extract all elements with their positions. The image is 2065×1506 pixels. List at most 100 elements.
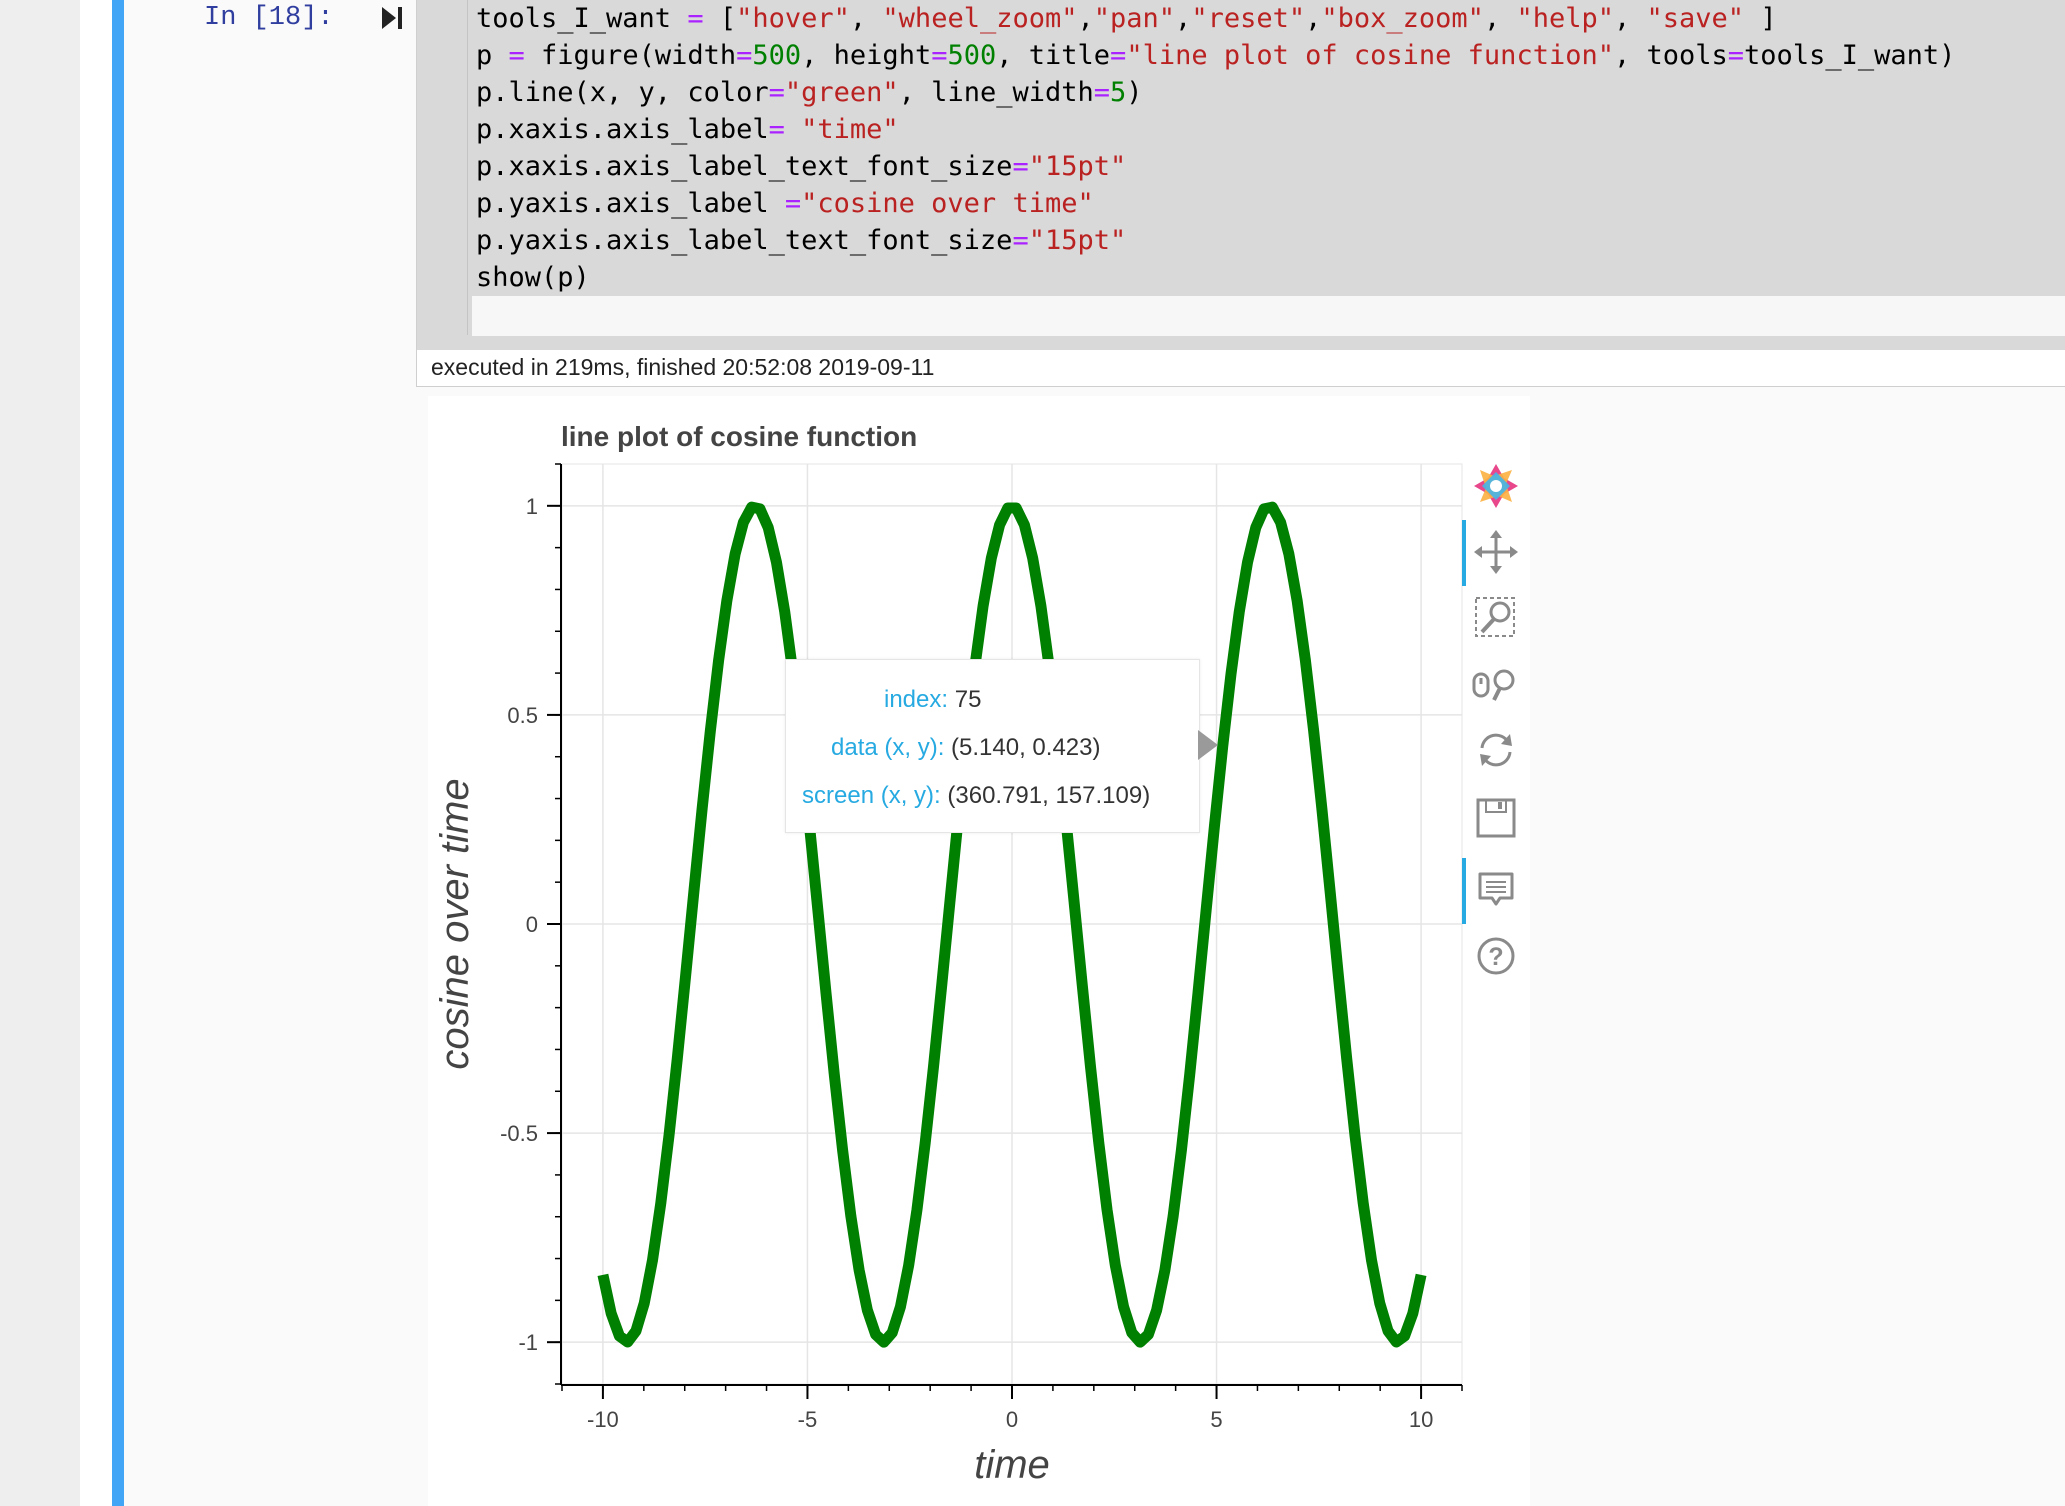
code-token: "pan" (1093, 3, 1176, 34)
code-line[interactable]: tools_I_want = ["hover", "wheel_zoom","p… (476, 0, 1955, 37)
hover-icon[interactable] (1468, 862, 1524, 918)
run-cell-icon[interactable] (378, 4, 406, 32)
code-token: , (1305, 3, 1322, 34)
code-token: = (508, 40, 525, 71)
tooltip-label: data (x, y): (831, 734, 945, 761)
code-token: , tools (1613, 40, 1728, 71)
bokeh-logo-icon[interactable] (1468, 458, 1524, 514)
code-token: , (1175, 3, 1192, 34)
code-token: "cosine over time" (801, 188, 1094, 219)
code-token: , height (801, 40, 932, 71)
code-token: p.xaxis.axis_label (476, 114, 769, 145)
help-icon[interactable]: ? (1468, 928, 1524, 984)
wheel-zoom-icon[interactable] (1468, 656, 1524, 712)
code-token: = (1012, 225, 1029, 256)
code-token: , (1483, 3, 1517, 34)
tooltip-label: screen (x, y): (802, 782, 941, 809)
hover-tooltip: index: 75 data (x, y): (5.140, 0.423) sc… (785, 659, 1200, 833)
code-token: , (1077, 3, 1094, 34)
code-token: = (1093, 77, 1111, 108)
execution-info-bar: executed in 219ms, finished 20:52:08 201… (416, 350, 2065, 387)
code-line[interactable]: p = figure(width=500, height=500, title=… (476, 37, 1955, 74)
code-token: "time" (801, 114, 899, 145)
code-token: = (1727, 40, 1745, 71)
code-line[interactable]: p.xaxis.axis_label= "time" (476, 111, 1955, 148)
code-token: "reset" (1191, 3, 1306, 34)
code-token: = (736, 40, 753, 71)
code-token: show(p) (476, 262, 590, 293)
code-token: ] (1744, 3, 1777, 34)
plot-toolbar: ? (1462, 458, 1532, 978)
box-zoom-icon[interactable] (1468, 590, 1524, 646)
code-line[interactable]: p.xaxis.axis_label_text_font_size="15pt" (476, 148, 1955, 185)
cosine-line-chart[interactable]: line plot of cosine function -1 -0.5 0 0.5 1… (428, 396, 1530, 1506)
tooltip-value: (360.791, 157.109) (947, 782, 1151, 809)
code-token: p (476, 40, 509, 71)
code-token: p.yaxis.axis_label_text_font_size (476, 225, 1013, 256)
code-token: 500 (752, 40, 802, 71)
chart-title: line plot of cosine function (561, 421, 917, 452)
y-tick-label: 0 (526, 912, 538, 937)
code-line[interactable]: p.yaxis.axis_label_text_font_size="15pt" (476, 222, 1955, 259)
x-tick-label: 0 (1006, 1407, 1018, 1432)
code-token: , (849, 3, 883, 34)
editor-blank-line (472, 296, 2065, 336)
svg-text:?: ? (1488, 943, 1503, 971)
pan-icon[interactable] (1468, 524, 1524, 580)
notebook-left-gutter (0, 0, 80, 1506)
code-line[interactable]: p.line(x, y, color="green", line_width=5… (476, 74, 1955, 111)
cell-prompt: In [18]: (204, 3, 334, 33)
save-icon[interactable] (1468, 790, 1524, 846)
code-line[interactable]: p.yaxis.axis_label ="cosine over time" (476, 185, 1955, 222)
hover-active-indicator (1462, 858, 1466, 924)
code-token: "hover" (736, 3, 850, 34)
x-tick-label: 5 (1210, 1407, 1222, 1432)
execution-info-text: executed in 219ms, finished 20:52:08 201… (431, 354, 935, 380)
code-token: = (768, 77, 785, 108)
code-token: figure(width (524, 40, 737, 71)
y-tick-label: 0.5 (507, 703, 538, 728)
code-token: "help" (1516, 3, 1614, 34)
code-token: 500 (947, 40, 997, 71)
y-tick-label: 1 (526, 494, 538, 519)
code-token: p.line(x, y, color (476, 77, 769, 108)
code-token: p.yaxis.axis_label (476, 188, 785, 219)
code-token: "wheel_zoom" (882, 3, 1078, 34)
code-token: "15pt" (1028, 225, 1127, 256)
cell-selection-bar (112, 0, 124, 1506)
code-token: tools_I_want (476, 3, 688, 34)
y-axis-label: cosine over time (433, 778, 477, 1069)
editor-gutter-line (467, 0, 468, 335)
code-token: p.xaxis.axis_label_text_font_size (476, 151, 1013, 182)
code-token: , line_width (898, 77, 1094, 108)
x-tick-label: -5 (798, 1407, 818, 1432)
x-tick-label: -10 (587, 1407, 619, 1432)
code-token: = (784, 188, 802, 219)
reset-icon[interactable] (1468, 722, 1524, 778)
tooltip-arrow (1198, 730, 1218, 760)
tooltip-row-data: data (x, y): (5.140, 0.423) (831, 734, 1100, 762)
code-token: "15pt" (1028, 151, 1127, 182)
x-axis-label: time (974, 1443, 1050, 1487)
tooltip-value: (5.140, 0.423) (951, 734, 1101, 761)
code-token: [ (703, 3, 737, 34)
code-token: "green" (784, 77, 899, 108)
code-token: = (931, 40, 948, 71)
code-token: "box_zoom" (1321, 3, 1484, 34)
y-tick-label: -1 (518, 1330, 538, 1355)
code-token: = (687, 3, 704, 34)
code-token: = (1110, 40, 1127, 71)
code-lines[interactable]: tools_I_want = ["hover", "wheel_zoom","p… (476, 0, 1955, 296)
code-token: tools_I_want) (1744, 40, 1956, 71)
tooltip-row-index: index: 75 (884, 686, 981, 714)
tooltip-row-screen: screen (x, y): (360.791, 157.109) (802, 782, 1150, 810)
x-tick-label: 10 (1409, 1407, 1433, 1432)
code-token: 5 (1110, 77, 1127, 108)
code-line[interactable]: show(p) (476, 259, 1955, 296)
y-tick-label: -0.5 (500, 1121, 538, 1146)
chart-grid (562, 464, 1462, 1384)
tooltip-value: 75 (954, 686, 982, 713)
pan-active-indicator (1462, 520, 1466, 586)
code-token: "save" (1646, 3, 1745, 34)
